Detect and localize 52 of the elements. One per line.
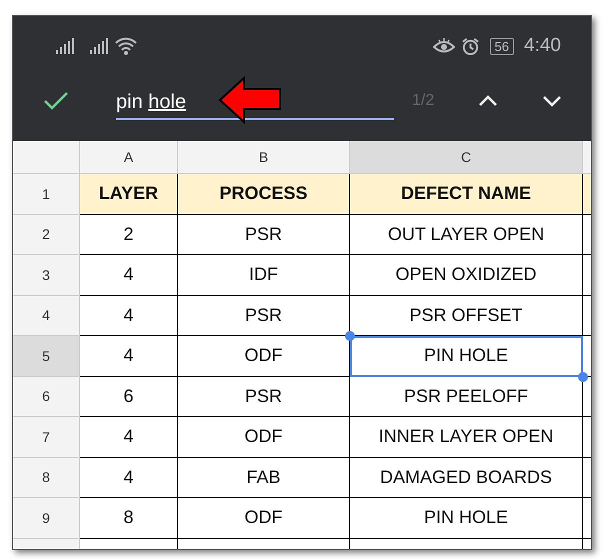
battery-indicator: 56: [490, 38, 514, 54]
alarm-icon: [460, 36, 480, 56]
table-cell[interactable]: PIN HOLE: [350, 336, 583, 376]
table-cell[interactable]: DAMAGED BOARDS: [350, 458, 583, 498]
row-header[interactable]: 5: [13, 336, 80, 376]
row-header[interactable]: 6: [13, 376, 80, 417]
column-header[interactable]: C: [350, 141, 583, 174]
table-cell[interactable]: PSR: [178, 376, 350, 417]
table-cell[interactable]: PSR PEELOFF: [350, 376, 583, 417]
table-cell[interactable]: PROCESS: [178, 174, 350, 214]
row-header[interactable]: 3: [13, 255, 80, 296]
selection-handle[interactable]: [345, 331, 355, 341]
table-cell[interactable]: 4: [80, 458, 178, 498]
chevron-up-icon[interactable]: [478, 95, 498, 107]
signal-icon: [89, 38, 109, 54]
column-header[interactable]: A: [80, 141, 178, 174]
table-cell[interactable]: 6: [80, 376, 178, 417]
table-cell[interactable]: PSR: [178, 214, 350, 255]
chevron-down-icon[interactable]: [542, 95, 562, 107]
annotation-arrow: [218, 76, 282, 124]
table-cell[interactable]: 8: [80, 498, 178, 538]
table-cell[interactable]: 4: [80, 255, 178, 296]
clock-time: 4:40: [524, 35, 561, 57]
table-cell[interactable]: PSR OFFSET: [350, 296, 583, 336]
corner-cell[interactable]: [13, 141, 80, 174]
row-header[interactable]: 4: [13, 296, 80, 336]
table-cell[interactable]: [583, 174, 591, 214]
table-cell[interactable]: ODF: [178, 498, 350, 538]
table-cell[interactable]: 4: [80, 336, 178, 376]
row-header[interactable]: 7: [13, 417, 80, 458]
table-cell[interactable]: 4: [80, 417, 178, 458]
row-header[interactable]: 9: [13, 498, 80, 538]
signal-icon: [55, 38, 75, 54]
wifi-icon: [115, 37, 137, 55]
table-cell[interactable]: PIN HOLE: [350, 498, 583, 538]
table-cell[interactable]: OUT LAYER OPEN: [350, 214, 583, 255]
table-cell[interactable]: 2: [80, 214, 178, 255]
table-cell[interactable]: 4: [80, 296, 178, 336]
row-header[interactable]: 1: [13, 174, 80, 214]
table-cell[interactable]: IDF: [178, 255, 350, 296]
column-header[interactable]: B: [178, 141, 350, 174]
table-cell[interactable]: OPEN OXIDIZED: [350, 255, 583, 296]
table-cell[interactable]: FAB: [178, 458, 350, 498]
table-cell[interactable]: INNER LAYER OPEN: [350, 417, 583, 458]
table-cell[interactable]: LAYER: [80, 174, 178, 214]
eye-icon: [432, 38, 455, 54]
selection-handle[interactable]: [578, 372, 588, 382]
check-icon[interactable]: [43, 91, 69, 111]
table-cell[interactable]: ODF: [178, 417, 350, 458]
table-cell[interactable]: DEFECT NAME: [350, 174, 583, 214]
row-header[interactable]: 2: [13, 214, 80, 255]
row-header[interactable]: 8: [13, 458, 80, 498]
